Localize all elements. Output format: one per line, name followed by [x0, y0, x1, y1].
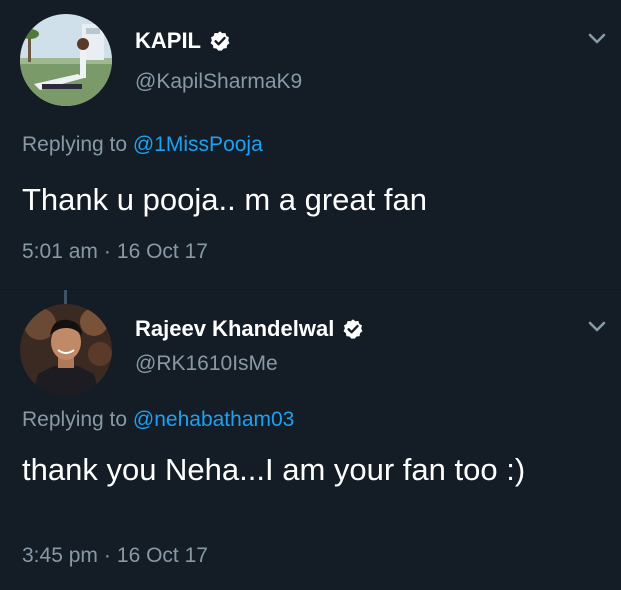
- replying-to-prefix: Replying to: [22, 133, 128, 156]
- verified-badge-icon: [343, 319, 363, 339]
- replying-to-line: Replying to @nehabatham03: [22, 408, 294, 432]
- replying-to-prefix: Replying to: [22, 408, 128, 431]
- chevron-down-icon[interactable]: [587, 320, 607, 334]
- replying-to-line: Replying to @1MissPooja: [22, 133, 263, 157]
- thread-connector-line: [64, 290, 67, 304]
- tweet-timestamp[interactable]: 5:01 am · 16 Oct 17: [22, 240, 208, 264]
- author-row[interactable]: Rajeev Khandelwal: [135, 316, 364, 342]
- chevron-down-icon[interactable]: [587, 32, 607, 46]
- meta-separator: ·: [103, 544, 111, 567]
- tweet-timestamp[interactable]: 3:45 pm · 16 Oct 17: [22, 544, 208, 568]
- replying-to-mention-link[interactable]: @nehabatham03: [133, 408, 294, 431]
- tweet-text: Thank u pooja.. m a great fan: [22, 182, 427, 217]
- display-name[interactable]: Rajeev Khandelwal: [135, 316, 334, 342]
- tweet-card-kapil[interactable]: KAPIL @KapilSharmaK9 Replying to @1MissP…: [0, 0, 621, 290]
- handle[interactable]: @RK1610IsMe: [135, 352, 278, 376]
- tweet-text: thank you Neha...I am your fan too :): [22, 452, 526, 487]
- avatar-kapil[interactable]: [20, 14, 112, 106]
- meta-separator: ·: [103, 240, 111, 263]
- tweet-card-rajeev[interactable]: Rajeev Khandelwal @RK1610IsMe Replying t…: [0, 290, 621, 590]
- tweet-time: 3:45 pm: [22, 544, 98, 567]
- avatar-kapil-image: [20, 14, 112, 106]
- tweet-date: 16 Oct 17: [116, 544, 208, 567]
- avatar-rajeev-image: [20, 304, 112, 396]
- replying-to-mention-link[interactable]: @1MissPooja: [133, 133, 263, 156]
- tweet-date: 16 Oct 17: [116, 240, 208, 263]
- avatar-rajeev[interactable]: [20, 304, 112, 396]
- verified-badge-icon: [210, 31, 230, 51]
- tweet-time: 5:01 am: [22, 240, 98, 263]
- handle[interactable]: @KapilSharmaK9: [135, 70, 302, 94]
- display-name[interactable]: KAPIL: [135, 28, 201, 54]
- author-row[interactable]: KAPIL: [135, 28, 231, 54]
